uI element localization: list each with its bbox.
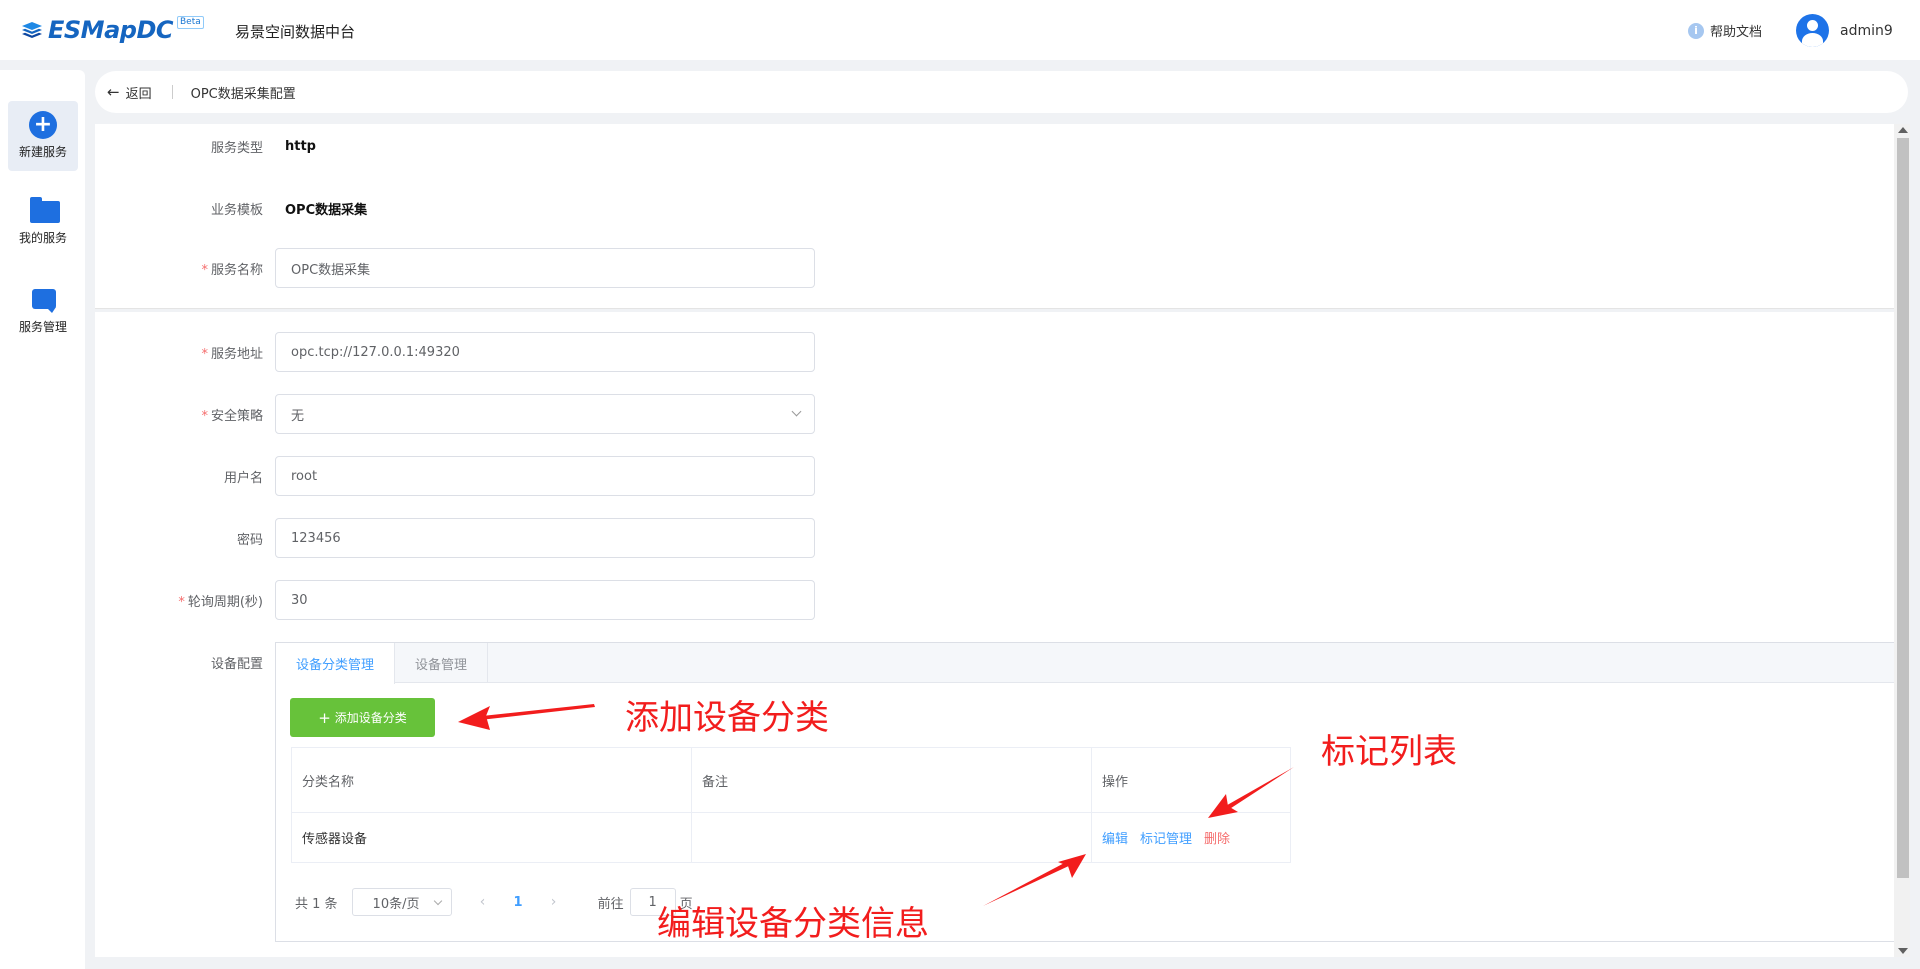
annotation-edit-info: 编辑设备分类信息 xyxy=(657,904,929,944)
annotation-tag-list: 标记列表 xyxy=(1321,732,1457,772)
annotation-add-category: 添加设备分类 xyxy=(625,698,829,738)
annotation-arrow-tag xyxy=(1222,767,1294,812)
annotation-arrow-edit xyxy=(983,860,1073,906)
annotation-arrows xyxy=(458,704,1294,906)
annotation-arrowhead-add xyxy=(458,706,490,730)
